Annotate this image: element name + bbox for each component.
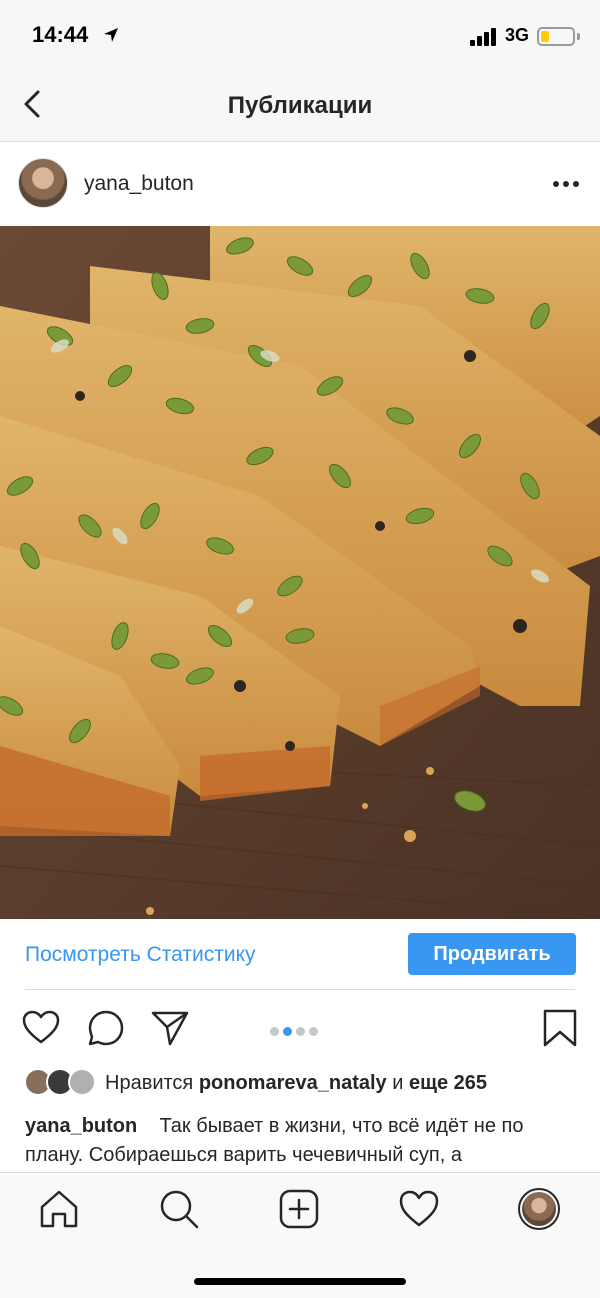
caption: yana_buton Так бывает в жизни, что всё и…	[25, 1112, 580, 1172]
promote-button[interactable]: Продвигать	[408, 933, 576, 975]
liker-avatar[interactable]	[68, 1068, 96, 1096]
likes-middle: и	[386, 1072, 409, 1094]
battery-tip	[577, 33, 580, 40]
ellipsis-icon[interactable]	[546, 172, 586, 196]
caption-username[interactable]: yana_buton	[25, 1115, 137, 1137]
location-arrow-icon	[104, 28, 118, 42]
post-photo[interactable]	[0, 226, 600, 919]
share-icon[interactable]	[150, 1008, 190, 1048]
likes-count[interactable]: еще 265	[409, 1072, 487, 1094]
profile-avatar[interactable]	[518, 1188, 560, 1230]
battery-level	[541, 31, 549, 42]
avatar[interactable]	[18, 158, 68, 208]
battery-icon	[537, 27, 575, 46]
signal-bars-icon	[470, 28, 496, 46]
home-indicator[interactable]	[194, 1278, 406, 1285]
carousel-dot	[296, 1027, 305, 1036]
heart-icon[interactable]	[21, 1008, 61, 1048]
add-post-icon[interactable]	[277, 1187, 321, 1231]
profile-avatar-image	[522, 1192, 556, 1226]
comment-icon[interactable]	[86, 1008, 126, 1048]
nav-bar: Публикации	[0, 70, 600, 142]
likes-text[interactable]: Нравится ponomareva_nataly и еще 265	[105, 1072, 487, 1095]
status-bar: 14:44 3G	[0, 0, 600, 70]
network-type: 3G	[505, 25, 530, 45]
search-icon[interactable]	[157, 1187, 201, 1231]
post-header: yana_buton	[0, 142, 600, 226]
carousel-indicator	[270, 1023, 322, 1041]
home-icon[interactable]	[37, 1187, 81, 1231]
promo-row: Посмотреть Статистику Продвигать	[0, 919, 600, 989]
page-title: Публикации	[227, 92, 373, 119]
post-username[interactable]: yana_buton	[84, 172, 194, 196]
status-time: 14:44	[32, 22, 89, 47]
likes-row: Нравится ponomareva_nataly и еще 265	[0, 1066, 600, 1100]
view-insights-link[interactable]: Посмотреть Статистику	[25, 943, 256, 967]
post-actions	[0, 1000, 600, 1056]
liker-username[interactable]: ponomareva_nataly	[199, 1072, 387, 1094]
activity-heart-icon[interactable]	[397, 1187, 441, 1231]
likes-prefix: Нравится	[105, 1072, 199, 1094]
carousel-dot	[309, 1027, 318, 1036]
carousel-dot	[270, 1027, 279, 1036]
carousel-dot-active	[283, 1027, 292, 1036]
food-photo-illustration	[0, 226, 600, 919]
divider	[25, 989, 575, 990]
bookmark-icon[interactable]	[540, 1008, 580, 1048]
